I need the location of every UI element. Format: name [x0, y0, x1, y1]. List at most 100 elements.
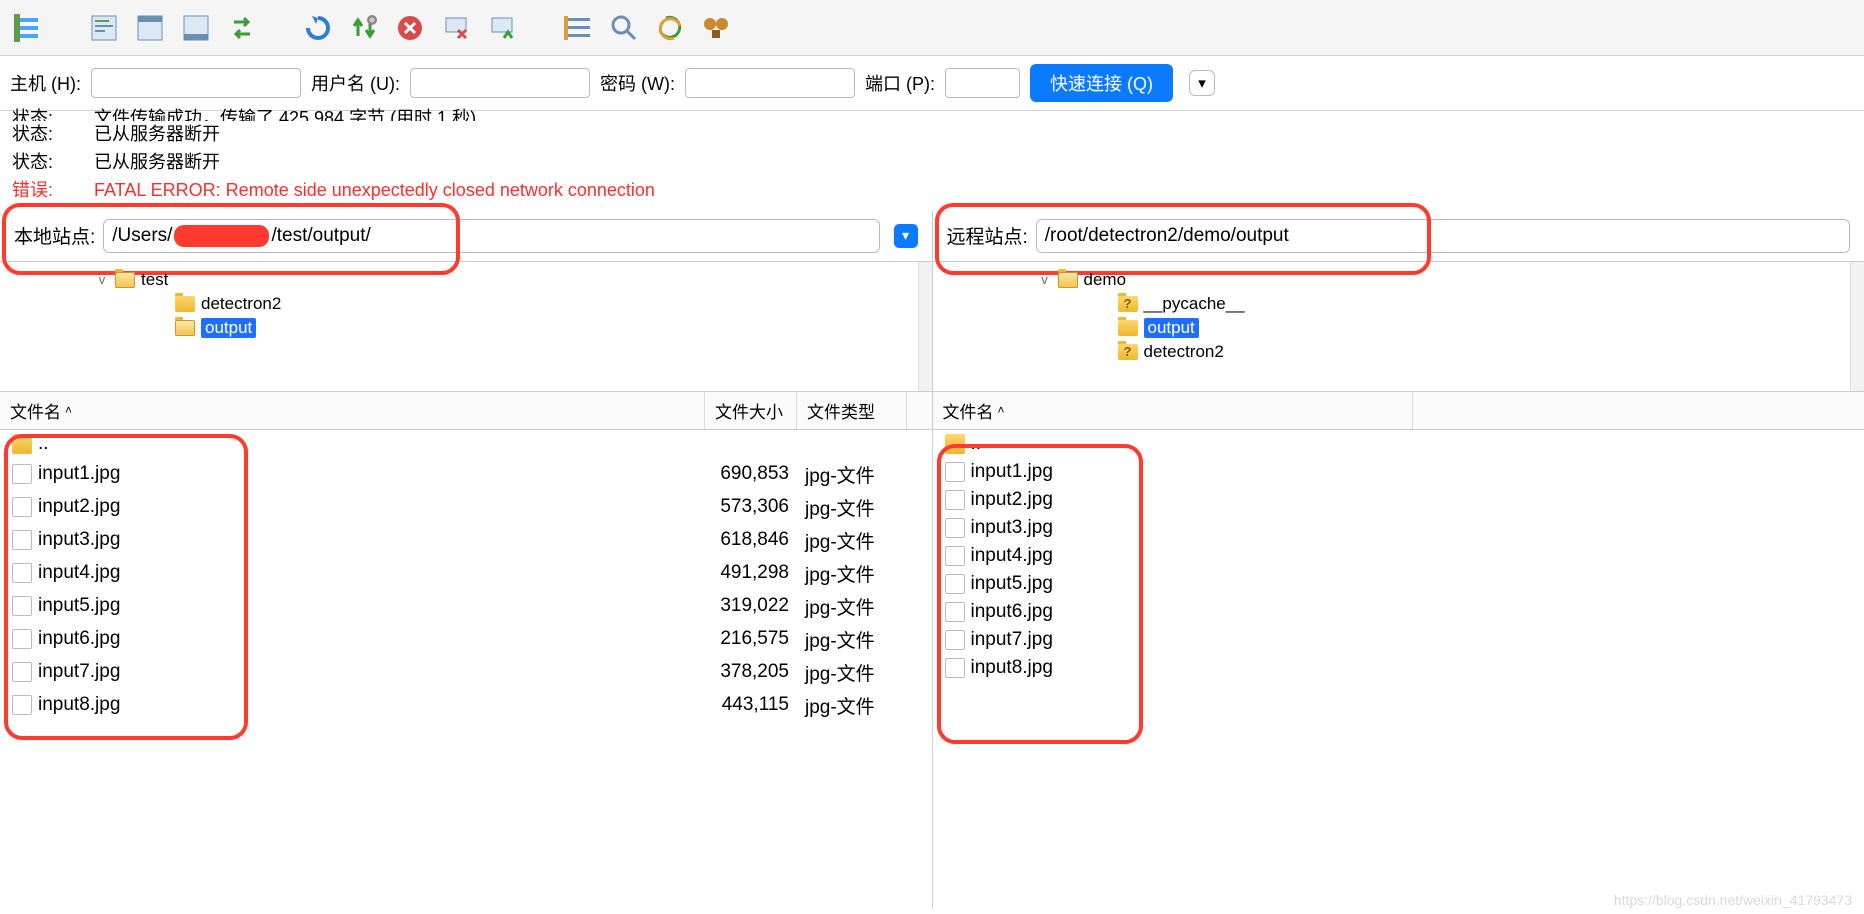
- pass-input[interactable]: [685, 68, 855, 98]
- file-name: ..: [971, 433, 982, 455]
- file-row[interactable]: input7.jpg378,205jpg-文件: [0, 656, 932, 689]
- quick-connect-dropdown[interactable]: ▾: [1189, 70, 1215, 96]
- file-name: ..: [38, 433, 49, 455]
- file-row[interactable]: input4.jpg491,298jpg-文件: [0, 557, 932, 590]
- file-row[interactable]: input8.jpg443,115jpg-文件: [0, 689, 932, 722]
- file-row[interactable]: input3.jpg: [933, 514, 1864, 542]
- toggle-queue-icon[interactable]: [176, 8, 216, 48]
- file-size: 491,298: [705, 562, 797, 584]
- file-row[interactable]: input6.jpg 216,575jpg-文件: [0, 623, 932, 656]
- tree-label: detectron2: [201, 294, 281, 314]
- local-path-prefix: /Users/: [112, 225, 172, 247]
- pass-label: 密码 (W):: [600, 70, 675, 96]
- tree-label: detectron2: [1144, 342, 1224, 362]
- tree-node[interactable]: vdemo: [933, 268, 1864, 292]
- log-label: 状态:: [12, 105, 94, 121]
- file-type: jpg-文件: [797, 527, 907, 554]
- folder-icon: [1058, 272, 1078, 288]
- local-path-input[interactable]: /Users/ /test/output/: [103, 219, 879, 253]
- compare-icon[interactable]: [650, 8, 690, 48]
- file-name: input3.jpg: [38, 529, 120, 551]
- remote-pane: 远程站点: /root/detectron2/demo/output vdemo…: [933, 211, 1864, 909]
- file-row[interactable]: input1.jpg: [933, 458, 1864, 486]
- file-row[interactable]: input2.jpg: [933, 486, 1864, 514]
- search-icon[interactable]: [604, 8, 644, 48]
- remote-tree[interactable]: vdemo__pycache__outputdetectron2: [933, 262, 1864, 392]
- folder-icon: [12, 434, 32, 454]
- disconnect-icon[interactable]: [436, 8, 476, 48]
- file-size: 690,853: [705, 463, 797, 485]
- file-type: jpg-文件: [797, 626, 907, 653]
- process-queue-icon[interactable]: [344, 8, 384, 48]
- file-row[interactable]: input5.jpg319,022jpg-文件: [0, 590, 932, 623]
- file-name: input1.jpg: [38, 463, 120, 485]
- local-path-dropdown-icon[interactable]: ▾: [894, 224, 918, 248]
- tree-node[interactable]: detectron2: [0, 292, 932, 316]
- file-row[interactable]: input8.jpg: [933, 654, 1864, 682]
- col-filename[interactable]: 文件名 ˄: [0, 392, 705, 429]
- file-icon: [12, 464, 32, 484]
- tree-node[interactable]: vtest: [0, 268, 932, 292]
- file-row[interactable]: ..: [933, 430, 1864, 458]
- file-row[interactable]: input3.jpg 618,846jpg-文件: [0, 524, 932, 557]
- file-name: input1.jpg: [971, 461, 1053, 483]
- log-message: 文件传输成功，传输了 425,984 字节 (用时 1 秒): [94, 105, 476, 121]
- file-icon: [12, 563, 32, 583]
- cancel-icon[interactable]: [390, 8, 430, 48]
- col-filetype[interactable]: 文件类型: [797, 392, 907, 429]
- local-sitebar: 本地站点: /Users/ /test/output/ ▾: [0, 211, 932, 262]
- find-icon[interactable]: [696, 8, 736, 48]
- sync-browse-icon[interactable]: [222, 8, 262, 48]
- remote-path-input[interactable]: /root/detectron2/demo/output: [1036, 219, 1850, 253]
- disclosure-icon[interactable]: v: [1038, 272, 1052, 287]
- scrollbar[interactable]: [918, 262, 932, 391]
- sort-asc-icon: ˄: [998, 403, 1005, 417]
- local-tree[interactable]: vtestdetectron2output: [0, 262, 932, 392]
- toggle-tree-icon[interactable]: [130, 8, 170, 48]
- port-label: 端口 (P):: [865, 70, 935, 96]
- tree-node[interactable]: output: [0, 316, 932, 340]
- disclosure-icon[interactable]: v: [95, 272, 109, 287]
- file-icon: [945, 546, 965, 566]
- file-name: input7.jpg: [971, 629, 1053, 651]
- file-name: input6.jpg: [38, 628, 120, 650]
- local-filelist[interactable]: 文件名 ˄ 文件大小 文件类型 .. input1.jpg 690,853 jpg-文…: [0, 392, 932, 909]
- scrollbar[interactable]: [1850, 262, 1864, 391]
- user-input[interactable]: [410, 68, 590, 98]
- file-icon: [945, 630, 965, 650]
- col-filesize[interactable]: 文件大小: [705, 392, 797, 429]
- file-row[interactable]: input6.jpg: [933, 598, 1864, 626]
- file-icon: [945, 602, 965, 622]
- host-input[interactable]: [91, 68, 301, 98]
- file-row[interactable]: input1.jpg690,853jpg-文件: [0, 458, 932, 491]
- folder-icon: [175, 320, 195, 336]
- local-path-suffix: /test/output/: [271, 225, 370, 247]
- folder-icon: [1118, 344, 1138, 360]
- quick-connect-button[interactable]: 快速连接 (Q): [1030, 64, 1173, 102]
- file-size: 216,575: [705, 628, 797, 650]
- refresh-icon[interactable]: [298, 8, 338, 48]
- remote-file-header: 文件名 ˄: [933, 392, 1864, 430]
- tree-node[interactable]: detectron2: [933, 340, 1864, 364]
- folder-icon: [945, 434, 965, 454]
- site-manager-icon[interactable]: [8, 8, 48, 48]
- reconnect-icon[interactable]: [482, 8, 522, 48]
- log-message: 已从服务器断开: [94, 121, 220, 149]
- file-row[interactable]: ..: [0, 430, 932, 458]
- col-filename[interactable]: 文件名 ˄: [933, 392, 1413, 429]
- remote-filelist[interactable]: 文件名 ˄ ..input1.jpginput2.jpginput3.jpgin…: [933, 392, 1864, 909]
- file-name: input8.jpg: [38, 694, 120, 716]
- toggle-log-icon[interactable]: [84, 8, 124, 48]
- file-type: jpg-文件: [797, 560, 907, 587]
- file-size: 618,846: [705, 529, 797, 551]
- file-row[interactable]: input5.jpg: [933, 570, 1864, 598]
- port-input[interactable]: [945, 68, 1020, 98]
- connection-bar: 主机 (H): 用户名 (U): 密码 (W): 端口 (P): 快速连接 (Q…: [0, 56, 1864, 111]
- tree-node[interactable]: output: [933, 316, 1864, 340]
- local-site-label: 本地站点:: [14, 222, 95, 249]
- file-row[interactable]: input7.jpg: [933, 626, 1864, 654]
- file-row[interactable]: input4.jpg: [933, 542, 1864, 570]
- file-row[interactable]: input2.jpg573,306jpg-文件: [0, 491, 932, 524]
- filter-icon[interactable]: [558, 8, 598, 48]
- tree-node[interactable]: __pycache__: [933, 292, 1864, 316]
